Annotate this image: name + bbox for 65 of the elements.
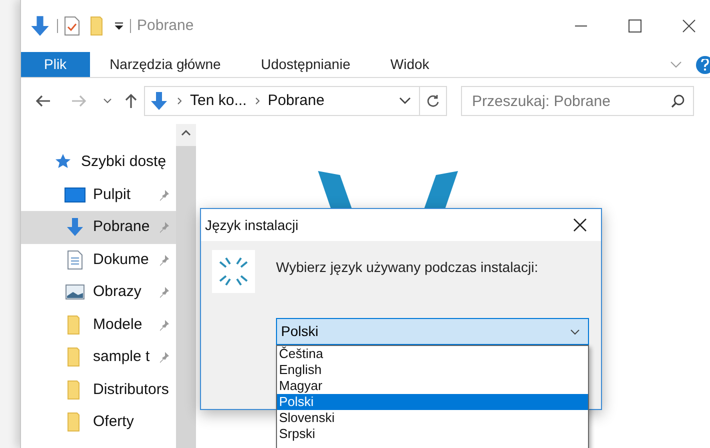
sidebar-item[interactable]: Pulpit [21,178,176,211]
breadcrumb[interactable]: Ten ko... [190,90,247,112]
language-select[interactable]: Polski [276,318,589,345]
sidebar-label: sample t [93,347,150,367]
pin-icon[interactable] [158,254,170,266]
sidebar-item[interactable]: Distributors [21,374,176,406]
pin-icon[interactable] [158,286,170,298]
sidebar-item[interactable]: Szybki dostę [21,146,176,178]
download-icon [29,15,51,37]
window-title: Pobrane [137,16,194,36]
download-icon [65,217,85,238]
sidebar-item[interactable]: Modele [21,308,176,341]
close-icon[interactable] [573,218,587,232]
search-icon[interactable] [671,94,685,108]
ribbon-tab[interactable]: Plik [21,52,90,77]
language-option[interactable]: English [277,362,588,378]
dropdown-caret-icon[interactable] [114,21,124,31]
address-bar[interactable]: Ten ko... Pobrane [144,86,447,116]
sidebar-label: Obrazy [93,282,142,302]
back-arrow-icon[interactable] [35,94,51,108]
picture-icon [65,284,85,300]
chevron-down-icon[interactable] [399,97,411,105]
download-icon [149,91,169,111]
language-option[interactable]: Srpski [277,426,588,442]
sidebar-label: Modele [93,314,142,334]
close-icon[interactable] [682,19,696,33]
chevron-down-icon[interactable] [103,98,112,104]
document-icon [67,250,83,270]
search-field[interactable]: Przeszukaj: Pobrane [461,86,694,116]
breadcrumb[interactable]: Pobrane [268,90,324,112]
refresh-icon[interactable] [426,94,440,108]
dialog-title: Język instalacji [205,216,298,235]
sidebar-label: Dokume [93,250,149,270]
sidebar-label: Distributors [93,380,169,400]
pin-icon[interactable] [158,188,170,201]
language-option[interactable]: Slovenski [277,410,588,426]
sidebar-label: Pulpit [93,184,131,204]
sidebar-label: Oferty [93,412,134,432]
properties-icon[interactable] [64,16,80,36]
pin-icon[interactable] [158,318,170,331]
sidebar-label: Pobrane [93,217,150,237]
ribbon-tab[interactable]: Udostępnianie [240,52,370,77]
maximize-icon[interactable] [628,19,642,33]
sidebar-item[interactable]: Pobrane [21,211,176,244]
desktop-icon [64,186,86,203]
sidebar-item[interactable]: Obrazy [21,276,176,308]
scrollbar[interactable] [176,124,196,448]
chevron-down-icon [570,328,580,334]
chevron-right-icon [177,97,182,105]
pin-icon[interactable] [158,351,170,364]
installer-icon [212,250,255,293]
dialog-prompt: Wybierz język używany podczas instalacji: [276,258,538,277]
language-option[interactable]: Polski [277,394,588,410]
help-icon[interactable] [696,56,710,74]
sidebar-item[interactable]: Oferty [21,406,176,438]
language-option[interactable]: Čeština [277,346,588,362]
chevron-right-icon [254,97,260,105]
language-option[interactable]: Magyar [277,378,588,394]
scroll-up-icon[interactable] [181,130,191,136]
ribbon-tab[interactable]: Narzędzia główne [90,52,241,77]
ribbon-tab[interactable]: Widok [370,52,450,77]
up-arrow-icon[interactable] [124,93,138,109]
sidebar-item[interactable]: Dokume [21,244,176,276]
sidebar-label: Szybki dostę [81,152,166,172]
sidebar-item[interactable]: sample t [21,341,176,374]
